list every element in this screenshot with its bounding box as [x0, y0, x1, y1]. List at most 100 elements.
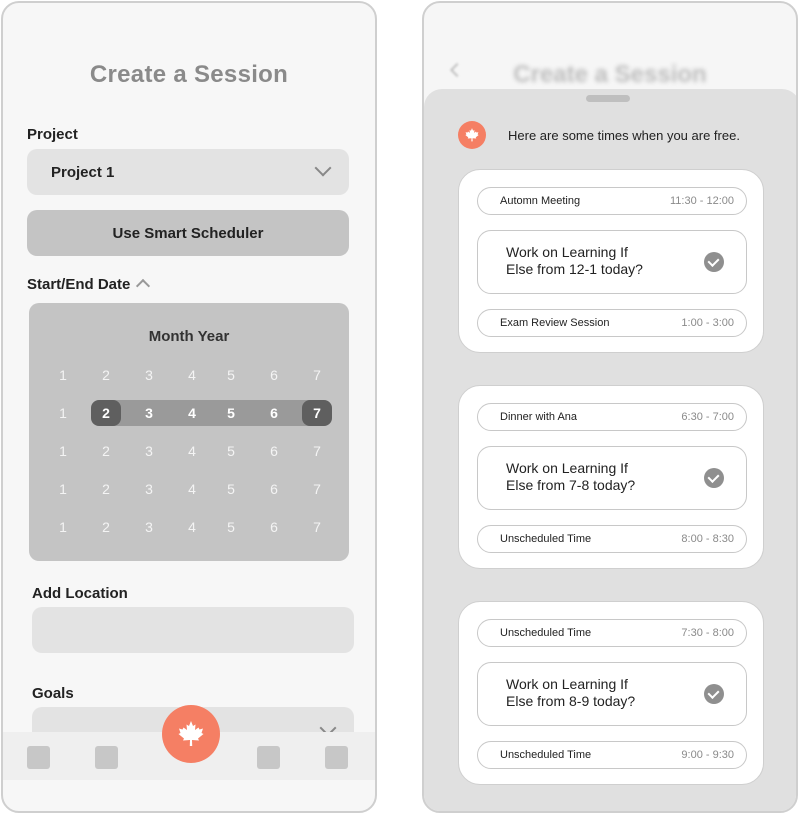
- suggestion-option[interactable]: Work on Learning If Else from 8-9 today?: [477, 662, 747, 726]
- suggestion-card: Dinner with Ana 6:30 - 7:00 Work on Lear…: [458, 385, 764, 569]
- suggestion-line-1: Work on Learning If: [506, 460, 628, 476]
- calendar-day[interactable]: 7: [302, 513, 332, 541]
- calendar-day[interactable]: 7: [302, 475, 332, 503]
- event-time: 8:00 - 8:30: [681, 533, 734, 545]
- suggestion-card: Automn Meeting 11:30 - 12:00 Work on Lea…: [458, 169, 764, 353]
- event-pill-before: Unscheduled Time 7:30 - 8:00: [477, 619, 747, 647]
- calendar-day[interactable]: 7: [302, 399, 332, 427]
- calendar-day[interactable]: 5: [216, 399, 246, 427]
- calendar-week-row: 1234567: [29, 399, 349, 427]
- bottom-sheet: Here are some times when you are free. A…: [424, 89, 796, 811]
- calendar-day[interactable]: 4: [177, 437, 207, 465]
- home-fab-button[interactable]: [162, 705, 220, 763]
- calendar-day[interactable]: 5: [216, 361, 246, 389]
- calendar-day[interactable]: 1: [48, 361, 78, 389]
- calendar: Month Year 12345671234567123456712345671…: [29, 303, 349, 561]
- event-time: 11:30 - 12:00: [669, 195, 734, 207]
- event-pill-before: Automn Meeting 11:30 - 12:00: [477, 187, 747, 215]
- date-section-toggle[interactable]: Start/End Date: [27, 276, 151, 294]
- event-time: 1:00 - 3:00: [681, 317, 734, 329]
- nav-item-1[interactable]: [27, 746, 50, 769]
- event-time: 7:30 - 8:00: [681, 627, 734, 639]
- smart-scheduler-label: Use Smart Scheduler: [112, 224, 264, 242]
- maple-leaf-icon: [178, 721, 204, 746]
- calendar-day[interactable]: 2: [91, 399, 121, 427]
- calendar-day[interactable]: 1: [48, 475, 78, 503]
- calendar-month-title: Month Year: [148, 328, 230, 345]
- location-label: Add Location: [32, 585, 128, 602]
- selected-range-band: [91, 400, 331, 426]
- suggestion-card: Unscheduled Time 7:30 - 8:00 Work on Lea…: [458, 601, 764, 785]
- suggestion-text: Work on Learning If Else from 12-1 today…: [506, 244, 676, 278]
- calendar-day[interactable]: 2: [91, 513, 121, 541]
- sheet-drag-handle[interactable]: [586, 95, 630, 102]
- calendar-day[interactable]: 7: [302, 437, 332, 465]
- event-pill-before: Dinner with Ana 6:30 - 7:00: [477, 403, 747, 431]
- calendar-day[interactable]: 1: [48, 513, 78, 541]
- calendar-day[interactable]: 7: [302, 361, 332, 389]
- suggestion-line-1: Work on Learning If: [506, 244, 628, 260]
- nav-item-4[interactable]: [325, 746, 348, 769]
- calendar-day[interactable]: 4: [177, 513, 207, 541]
- event-name: Exam Review Session: [500, 317, 610, 329]
- calendar-day[interactable]: 5: [216, 437, 246, 465]
- maple-leaf-badge: [458, 121, 486, 149]
- calendar-day[interactable]: 6: [259, 437, 289, 465]
- event-name: Unscheduled Time: [500, 533, 592, 545]
- calendar-day[interactable]: 4: [177, 475, 207, 503]
- suggestion-option[interactable]: Work on Learning If Else from 12-1 today…: [477, 230, 747, 294]
- event-name: Unscheduled Time: [500, 749, 592, 761]
- calendar-day[interactable]: 6: [259, 475, 289, 503]
- calendar-day[interactable]: 3: [134, 475, 164, 503]
- location-input[interactable]: [32, 607, 354, 653]
- sheet-message: Here are some times when you are free.: [508, 128, 740, 143]
- event-time: 6:30 - 7:00: [681, 411, 734, 423]
- maple-leaf-icon: [465, 128, 479, 142]
- check-icon[interactable]: [704, 468, 724, 488]
- calendar-day[interactable]: 2: [91, 437, 121, 465]
- suggestions-screen: Create a Session Here are some times whe…: [422, 1, 798, 813]
- page-title: Create a Session: [89, 61, 289, 88]
- calendar-week-row: 1234567: [29, 361, 349, 389]
- date-label: Start/End Date: [27, 276, 131, 293]
- suggestion-text: Work on Learning If Else from 7-8 today?: [506, 460, 676, 494]
- calendar-day[interactable]: 2: [91, 361, 121, 389]
- event-time: 9:00 - 9:30: [681, 749, 734, 761]
- create-session-screen: Create a Session Project Project 1 Use S…: [1, 1, 377, 813]
- check-icon[interactable]: [704, 252, 724, 272]
- calendar-day[interactable]: 5: [216, 475, 246, 503]
- calendar-day[interactable]: 3: [134, 361, 164, 389]
- calendar-day[interactable]: 3: [134, 437, 164, 465]
- event-pill-after: Unscheduled Time 8:00 - 8:30: [477, 525, 747, 553]
- calendar-day[interactable]: 6: [259, 361, 289, 389]
- calendar-day[interactable]: 1: [48, 399, 78, 427]
- chevron-up-icon: [136, 278, 151, 294]
- suggestion-text: Work on Learning If Else from 8-9 today?: [506, 676, 676, 710]
- calendar-day[interactable]: 4: [177, 399, 207, 427]
- project-label: Project: [27, 126, 78, 143]
- project-selected-value: Project 1: [51, 163, 115, 181]
- calendar-day[interactable]: 6: [259, 399, 289, 427]
- nav-item-2[interactable]: [95, 746, 118, 769]
- calendar-day[interactable]: 6: [259, 513, 289, 541]
- project-select[interactable]: Project 1: [27, 149, 349, 195]
- suggestion-line-1: Work on Learning If: [506, 676, 628, 692]
- event-name: Dinner with Ana: [500, 411, 578, 423]
- calendar-day[interactable]: 3: [134, 399, 164, 427]
- background-title: Create a Session: [513, 61, 707, 88]
- check-icon[interactable]: [704, 684, 724, 704]
- event-pill-after: Exam Review Session 1:00 - 3:00: [477, 309, 747, 337]
- calendar-day[interactable]: 3: [134, 513, 164, 541]
- nav-item-3[interactable]: [257, 746, 280, 769]
- chevron-down-icon: [314, 159, 332, 177]
- suggestion-line-2: Else from 12-1 today?: [506, 261, 643, 277]
- calendar-day[interactable]: 1: [48, 437, 78, 465]
- smart-scheduler-button[interactable]: Use Smart Scheduler: [27, 210, 349, 256]
- calendar-week-row: 1234567: [29, 513, 349, 541]
- goals-label: Goals: [32, 685, 74, 702]
- calendar-week-row: 1234567: [29, 475, 349, 503]
- suggestion-option[interactable]: Work on Learning If Else from 7-8 today?: [477, 446, 747, 510]
- calendar-day[interactable]: 5: [216, 513, 246, 541]
- calendar-day[interactable]: 2: [91, 475, 121, 503]
- calendar-day[interactable]: 4: [177, 361, 207, 389]
